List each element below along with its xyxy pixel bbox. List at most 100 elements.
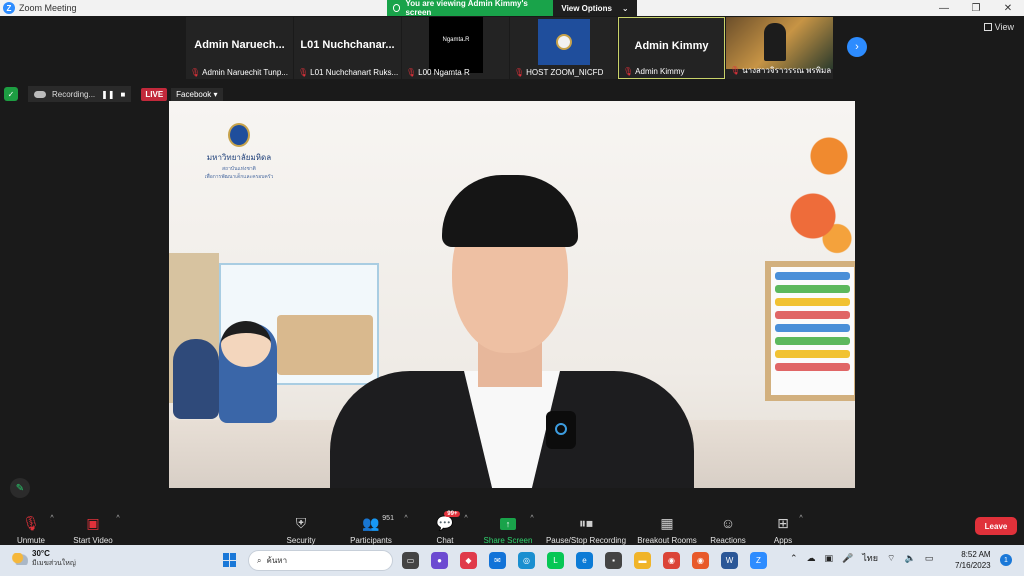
apps-button[interactable]: ⊞ Apps [770,511,796,545]
chrome-profile-icon[interactable]: ◉ [692,552,709,569]
file-explorer-icon[interactable]: ▬ [634,552,651,569]
participant-count: 951 [382,515,394,522]
chat-app-icon[interactable]: ● [431,552,448,569]
start-video-button[interactable]: ▣ Start Video [70,511,116,545]
zoom-taskbar-icon[interactable]: Z [750,552,767,569]
participant-display-name: Admin Kimmy [634,40,709,52]
university-seal-icon [556,34,572,50]
participant-tile[interactable]: 🎙 นางสาวจิราวรรณ พรพิมล [726,17,833,79]
unmute-button[interactable]: 🎙 Unmute [14,511,48,545]
live-destination-label: Facebook [176,89,212,99]
stop-recording-button[interactable]: ■ [121,90,126,99]
apps-icon: ⊞ [777,515,789,531]
close-button[interactable]: ✕ [992,0,1024,16]
participant-tile[interactable]: L01 Nuchchanar... 🎙 L01 Nuchchanart Ruks… [294,17,401,79]
abacus-row [775,298,850,306]
participant-display-name: L01 Nuchchanar... [300,39,395,51]
start-video-label: Start Video [73,536,113,545]
chevron-up-icon: ^ [116,515,120,522]
system-tray: ⌃ ☁ ▣ 🎤 ไทย ⌔ 🔈 ▭ [790,551,933,565]
participant-tile[interactable]: 🎙 HOST ZOOM_NICFD [510,17,617,79]
language-indicator[interactable]: ไทย [862,551,878,565]
doll-figure [173,339,219,419]
shared-screen: มหาวิทยาลัยมหิดล สถาบันแห่งชาติ เพื่อการ… [169,101,855,488]
breakout-rooms-icon: ▦ [660,515,674,531]
apps-options-button[interactable]: ^ [797,511,805,545]
participant-footer: 🎙 นางสาวจิราวรรณ พรพิมล [730,64,831,77]
pause-stop-recording-button[interactable]: ⏸⏹ Pause/Stop Recording [544,511,628,545]
chevron-up-icon[interactable]: ⌃ [790,553,798,564]
notification-badge[interactable]: 1 [1000,554,1012,566]
mail-icon[interactable]: ✉ [489,552,506,569]
participant-footer: 🎙 Admin Naruechit Tunp... [190,68,291,77]
photo-app-icon[interactable]: ◎ [518,552,535,569]
pause-recording-button[interactable]: ❚❚ [101,90,114,99]
mic-muted-icon: 🎙 [730,66,741,75]
participant-name: HOST ZOOM_NICFD [526,68,604,77]
mic-muted-icon: 🎙 [623,67,634,76]
window-controls: — ❐ ✕ [928,0,1024,16]
windows-start-icon[interactable] [223,553,237,567]
participants-button[interactable]: 👥 951 Participants [348,511,394,545]
mic-logo-icon [555,423,567,435]
security-button[interactable]: ⛨ Security [284,511,318,545]
chevron-up-icon: ^ [404,515,408,522]
mic-muted-icon: 🎙 [514,68,525,77]
taskbar-search[interactable]: ⌕ ค้นหา [248,550,393,571]
pinned-app-icon[interactable]: ◆ [460,552,477,569]
view-button[interactable]: View [983,22,1014,32]
share-screen-label: Share Screen [483,536,533,545]
word-icon[interactable]: W [721,552,738,569]
onedrive-cloud-icon[interactable]: ☁ [807,553,816,564]
encryption-shield-icon[interactable]: ✓ [4,87,18,101]
reactions-button[interactable]: ☺ Reactions [708,511,748,545]
logo-text-university: มหาวิทยาลัยมหิดล [206,153,272,162]
breakout-rooms-button[interactable]: ▦ Breakout Rooms [636,511,698,545]
live-badge[interactable]: LIVE [141,87,168,101]
share-options-button[interactable]: ^ [528,511,536,545]
mic-muted-icon: 🎙 [406,68,417,77]
task-view-icon[interactable]: ▭ [402,552,419,569]
participant-tile-active-speaker[interactable]: Admin Kimmy 🎙 Admin Kimmy [618,17,725,79]
battery-icon[interactable]: ▭ [925,553,934,564]
speaker-volume-icon[interactable]: 🔈 [904,553,915,564]
microphone-icon[interactable]: 🎤 [842,553,853,564]
participant-tile[interactable]: Ngamta.R 🎙 L00 Ngamta R [402,17,509,79]
chevron-up-icon: ^ [530,515,534,522]
chrome-browser-icon[interactable]: ◉ [663,552,680,569]
edge-browser-icon[interactable]: e [576,552,593,569]
participant-name: Admin Naruechit Tunp... [202,68,288,77]
taskbar-app-icon[interactable]: ▪ [605,552,622,569]
clock-date: 7/16/2023 [955,561,991,570]
chat-options-button[interactable]: ^ [462,511,470,545]
line-app-icon[interactable]: L [547,552,564,569]
view-options-label: View Options [561,3,612,13]
audio-options-button[interactable]: ^ [48,511,56,545]
mic-muted-icon: 🎙 [298,68,309,77]
annotate-pen-icon[interactable]: ✎ [10,478,30,498]
abacus-row [775,272,850,280]
participant-strip: Admin Naruech... 🎙 Admin Naruechit Tunp.… [186,17,833,79]
view-options-button[interactable]: View Options ⌄ [553,0,637,16]
chevron-right-icon[interactable]: › [847,37,867,57]
minimize-button[interactable]: — [928,0,960,16]
viewing-indicator: You are viewing Admin Kimmy's screen [387,0,553,17]
taskbar-clock[interactable]: 8:52 AM 7/16/2023 [955,549,991,571]
view-button-label: View [994,22,1014,32]
share-screen-icon: ↑ [500,518,516,530]
chevron-down-icon: ⌄ [621,3,629,13]
video-options-button[interactable]: ^ [114,511,122,545]
live-destination-select[interactable]: Facebook ▾ [171,87,223,101]
maximize-button[interactable]: ❐ [960,0,992,16]
participant-tile[interactable]: Admin Naruech... 🎙 Admin Naruechit Tunp.… [186,17,293,79]
participant-video [538,19,590,65]
mic-muted-icon: 🎙 [22,515,40,531]
chat-button[interactable]: 💬 99+ Chat [430,511,461,545]
participants-options-button[interactable]: ^ [402,511,410,545]
clock-time: 8:52 AM [961,550,991,559]
leave-button[interactable]: Leave [975,517,1017,535]
weather-temperature: 30°C [32,549,50,558]
wifi-icon[interactable]: ⌔ [887,553,895,564]
weather-widget[interactable]: 30°C มีเมฆส่วนใหญ่ [12,549,76,569]
antivirus-icon[interactable]: ▣ [825,553,834,564]
